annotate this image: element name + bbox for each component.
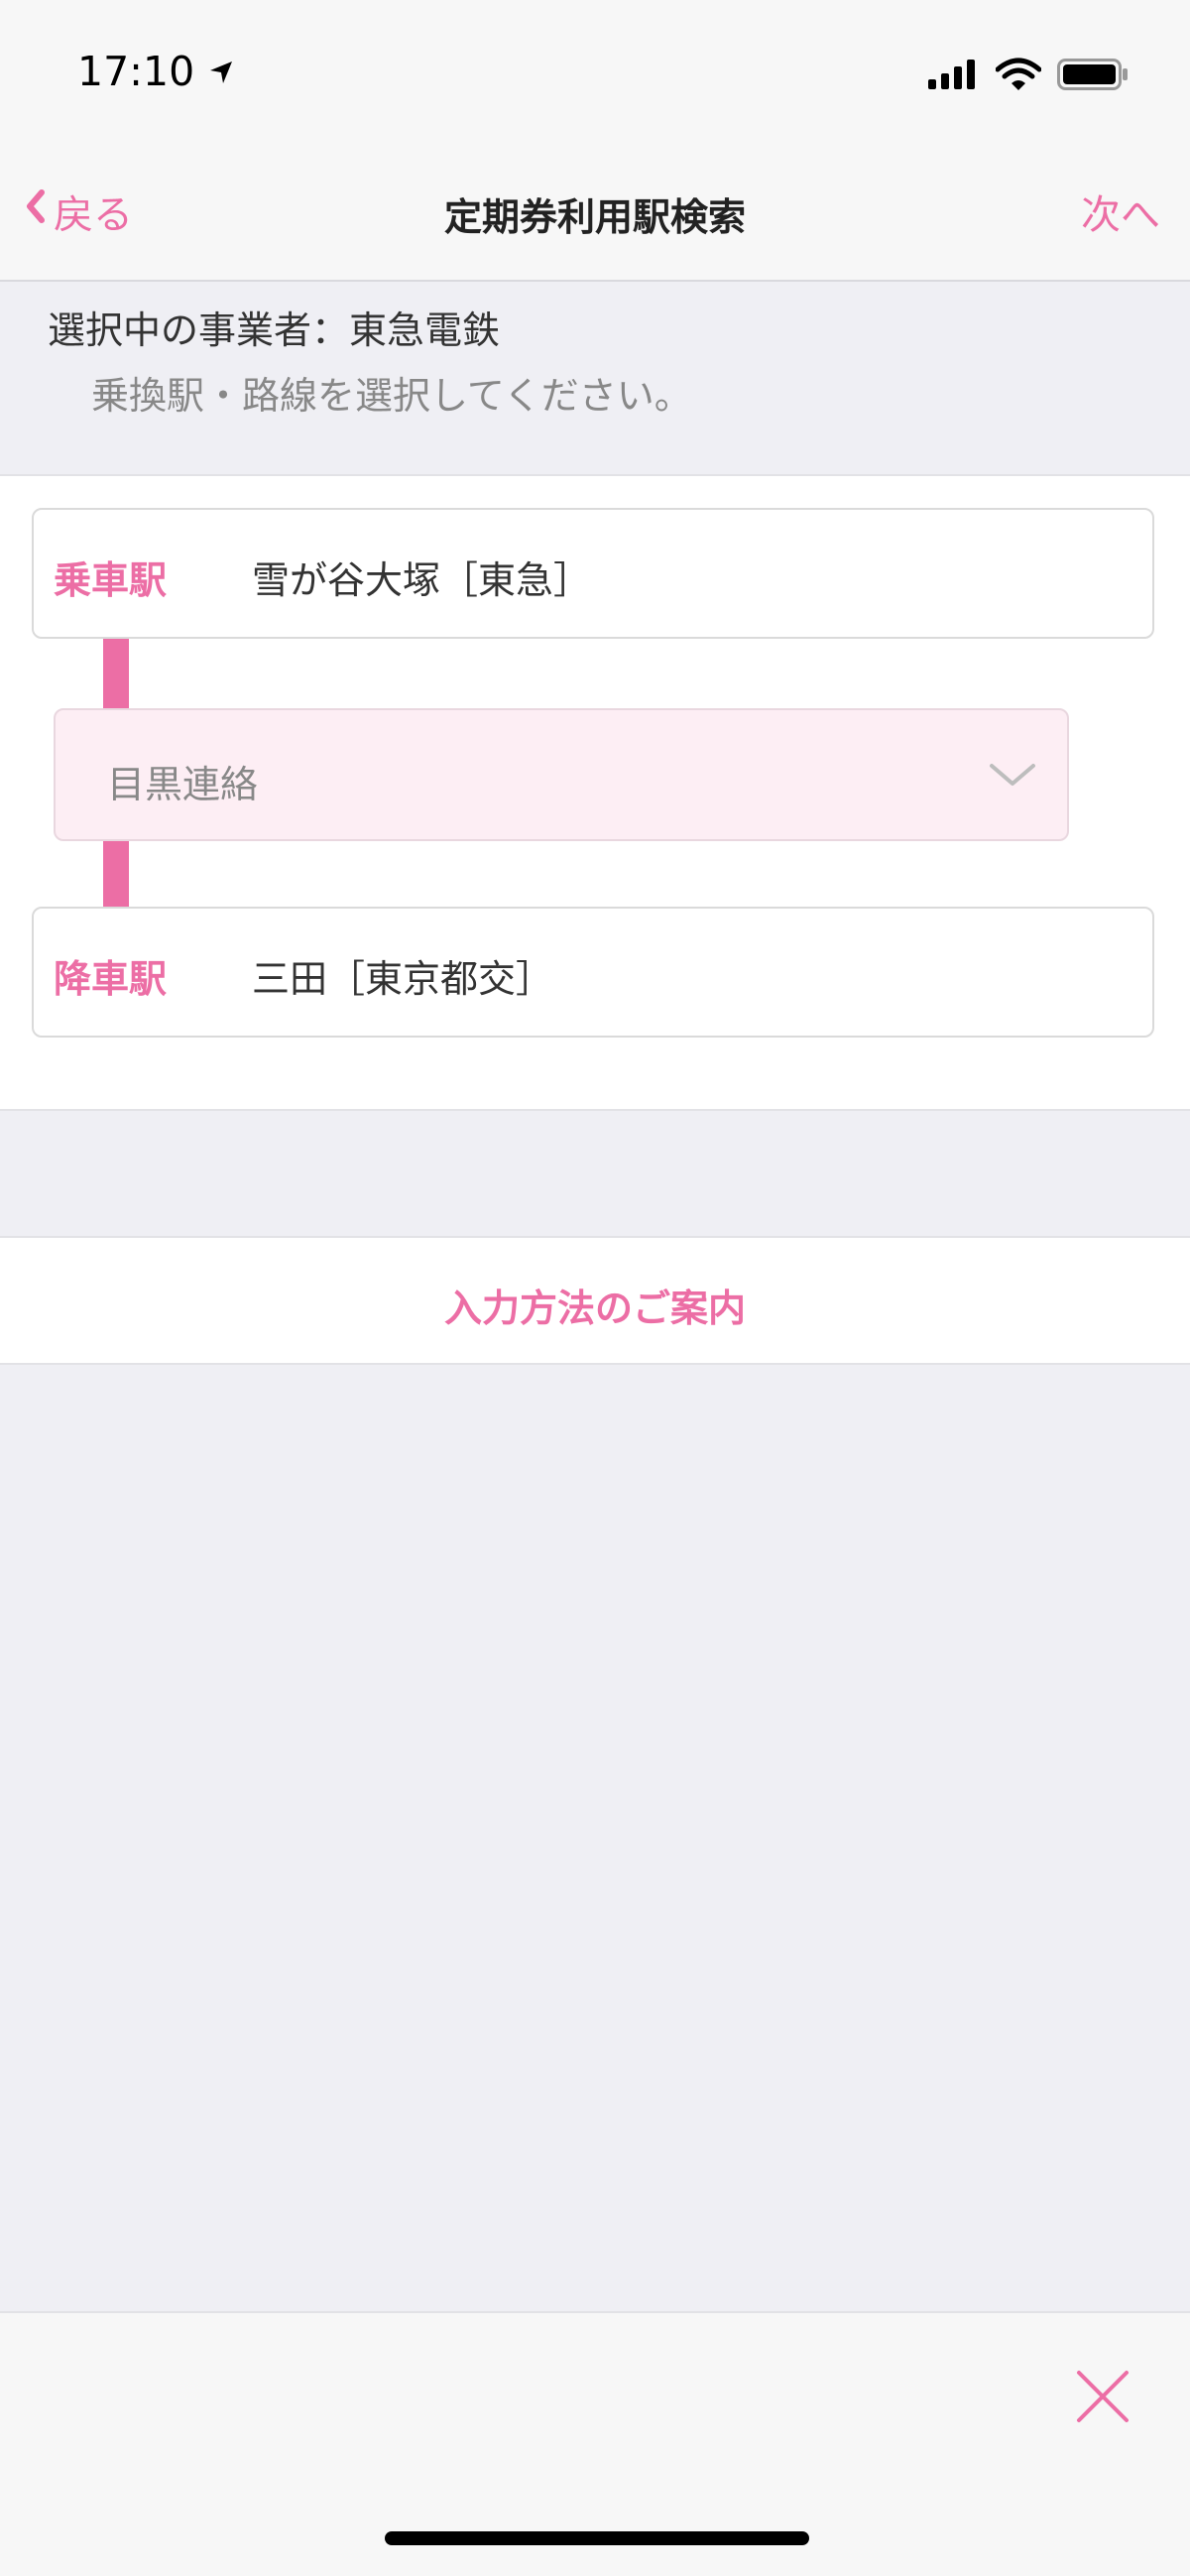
alighting-station-value: 三田［東京都交］ <box>252 957 554 1001</box>
status-time: 17:10 <box>77 48 195 95</box>
route-connector-bottom <box>103 841 129 907</box>
status-bar: 17:10 <box>0 0 1190 149</box>
wifi-icon <box>995 58 1042 95</box>
next-button[interactable]: 次へ <box>1081 183 1160 240</box>
boarding-station-label: 乗車駅 <box>54 558 168 602</box>
close-icon[interactable] <box>1075 2369 1130 2428</box>
page-title: 定期券利用駅検索 <box>443 195 746 239</box>
battery-icon <box>1057 59 1129 94</box>
navigation-bar: 戻る 定期券利用駅検索 次へ <box>0 149 1190 282</box>
alighting-station-label: 降車駅 <box>54 957 168 1001</box>
selected-operator-text: 選択中の事業者：東急電鉄 <box>48 308 501 352</box>
boarding-station-value: 雪が谷大塚［東急］ <box>252 558 592 602</box>
info-section: 選択中の事業者：東急電鉄 乗換駅・路線を選択してください。 <box>0 282 1190 474</box>
status-icons <box>912 58 1129 95</box>
chevron-down-icon <box>988 760 1037 794</box>
boarding-station-field[interactable]: 乗車駅 雪が谷大塚［東急］ <box>32 508 1154 639</box>
input-guide-button[interactable]: 入力方法のご案内 <box>0 1236 1190 1365</box>
route-panel: 乗車駅 雪が谷大塚［東急］ 目黒連絡 降車駅 三田［東京都交］ <box>0 474 1190 1111</box>
transfer-line-select[interactable]: 目黒連絡 <box>54 708 1069 841</box>
alighting-station-field[interactable]: 降車駅 三田［東京都交］ <box>32 907 1154 1038</box>
route-connector-top <box>103 639 129 708</box>
home-indicator <box>385 2531 809 2545</box>
transfer-line-value: 目黒連絡 <box>107 763 259 806</box>
signal-icon <box>928 60 980 93</box>
location-arrow-icon <box>206 58 236 91</box>
instruction-text: 乗換駅・路線を選択してください。 <box>91 374 692 418</box>
bottom-toolbar <box>0 2311 1190 2576</box>
input-guide-label: 入力方法のご案内 <box>443 1287 746 1330</box>
